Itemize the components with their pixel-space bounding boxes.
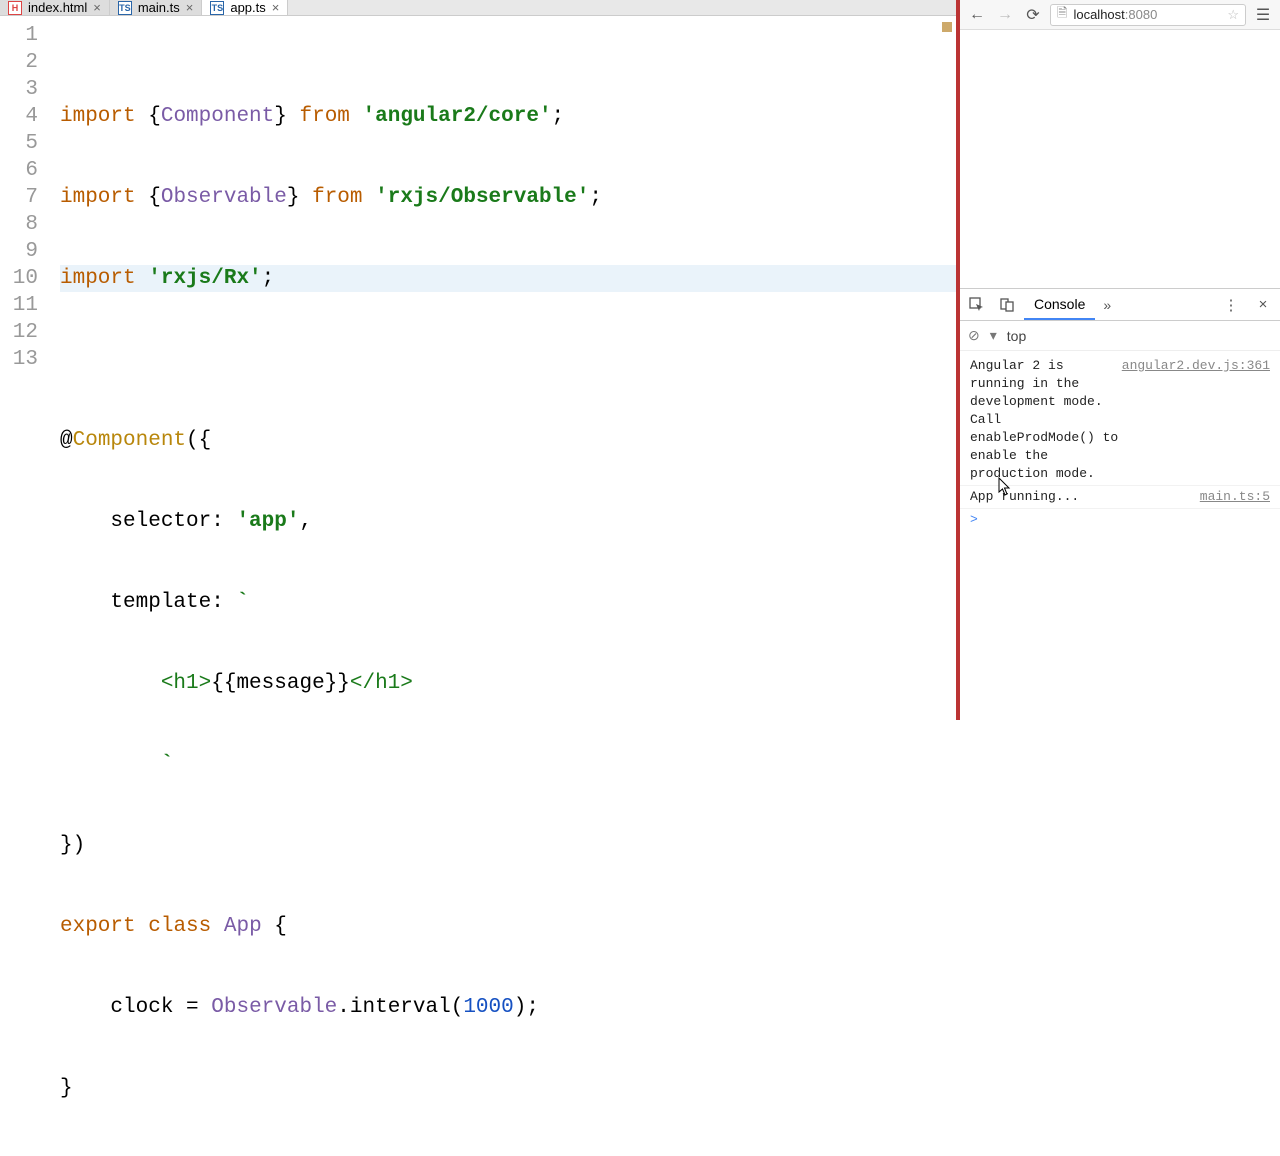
html-file-icon: H — [8, 1, 22, 15]
tab-label: Console — [1034, 296, 1085, 312]
code-line: } — [60, 1075, 956, 1102]
close-devtools-icon[interactable]: × — [1250, 292, 1276, 318]
more-tabs-icon[interactable]: » — [1099, 297, 1115, 313]
line-number: 4 — [0, 103, 38, 130]
tab-main-ts[interactable]: TS main.ts × — [110, 0, 203, 15]
bookmark-icon[interactable]: ☆ — [1227, 7, 1239, 23]
line-number: 10 — [0, 265, 38, 292]
execution-context[interactable]: top — [1007, 328, 1026, 344]
filter-icon[interactable]: ▾ — [990, 327, 997, 344]
code-line: import {Observable} from 'rxjs/Observabl… — [60, 184, 956, 211]
console-message: App running... main.ts:5 — [960, 486, 1280, 509]
line-number: 3 — [0, 76, 38, 103]
browser-pane: ← → ⟳ 🗎 localhost:8080 ☆ ☰ Console » — [960, 0, 1280, 720]
code-line: ` — [60, 751, 956, 778]
back-button[interactable]: ← — [966, 4, 988, 26]
forward-button[interactable]: → — [994, 4, 1016, 26]
message-source-link[interactable]: angular2.dev.js:361 — [1122, 357, 1270, 483]
line-number: 8 — [0, 211, 38, 238]
tab-bar: H index.html × TS main.ts × TS app.ts × — [0, 0, 956, 16]
close-icon[interactable]: × — [272, 0, 280, 15]
line-number: 12 — [0, 319, 38, 346]
code-area[interactable]: import {Component} from 'angular2/core';… — [50, 16, 956, 1156]
menu-button[interactable]: ☰ — [1252, 4, 1274, 26]
kebab-menu-icon[interactable]: ⋮ — [1218, 292, 1244, 318]
code-line: import 'rxjs/Rx'; — [60, 265, 956, 292]
line-number: 7 — [0, 184, 38, 211]
inspect-icon[interactable] — [964, 292, 990, 318]
tab-app-ts[interactable]: TS app.ts × — [202, 0, 288, 15]
devtools-tabs: Console » ⋮ × — [960, 289, 1280, 321]
tab-label: main.ts — [138, 0, 180, 15]
reload-button[interactable]: ⟳ — [1022, 4, 1044, 26]
browser-toolbar: ← → ⟳ 🗎 localhost:8080 ☆ ☰ — [960, 0, 1280, 30]
code-line: @Component({ — [60, 427, 956, 454]
line-number: 1 — [0, 22, 38, 49]
code-line: template: ` — [60, 589, 956, 616]
code-line — [60, 346, 956, 373]
prompt-chevron-icon: > — [970, 512, 978, 527]
code-line: selector: 'app', — [60, 508, 956, 535]
line-number: 9 — [0, 238, 38, 265]
editor-pane: H index.html × TS main.ts × TS app.ts × … — [0, 0, 960, 720]
device-mode-icon[interactable] — [994, 292, 1020, 318]
address-port: :8080 — [1125, 7, 1158, 22]
console-messages: Angular 2 is running in the development … — [960, 351, 1280, 720]
code-line: export class App { — [60, 913, 956, 940]
console-tab[interactable]: Console — [1024, 289, 1095, 320]
tab-index-html[interactable]: H index.html × — [0, 0, 110, 15]
browser-viewport: Console » ⋮ × ⊘ ▾ top Angular 2 is runni… — [960, 30, 1280, 720]
ts-file-icon: TS — [118, 1, 132, 15]
address-host: localhost — [1073, 7, 1124, 22]
message-source-link[interactable]: main.ts:5 — [1200, 488, 1270, 506]
message-text: Angular 2 is running in the development … — [970, 357, 1122, 483]
line-number: 13 — [0, 346, 38, 373]
page-icon: 🗎 — [1057, 4, 1067, 26]
devtools-panel: Console » ⋮ × ⊘ ▾ top Angular 2 is runni… — [960, 288, 1280, 720]
close-icon[interactable]: × — [93, 0, 101, 15]
address-bar[interactable]: 🗎 localhost:8080 ☆ — [1050, 4, 1246, 26]
line-number: 2 — [0, 49, 38, 76]
ts-file-icon: TS — [210, 1, 224, 15]
close-icon[interactable]: × — [186, 0, 194, 15]
tab-label: app.ts — [230, 0, 265, 15]
code-line: <h1>{{message}}</h1> — [60, 670, 956, 697]
tab-label: index.html — [28, 0, 87, 15]
code-line: }) — [60, 832, 956, 859]
code-line: clock = Observable.interval(1000); — [60, 994, 956, 1021]
console-prompt[interactable]: > — [960, 509, 1280, 531]
editor-body[interactable]: 1 2 3 4 5 6 7 8 9 10 11 12 13 import {Co… — [0, 16, 956, 1156]
line-number: 6 — [0, 157, 38, 184]
line-gutter: 1 2 3 4 5 6 7 8 9 10 11 12 13 — [0, 16, 50, 1156]
code-line: import {Component} from 'angular2/core'; — [60, 103, 956, 130]
minimap-marker — [942, 22, 952, 32]
console-message: Angular 2 is running in the development … — [960, 355, 1280, 486]
clear-console-icon[interactable]: ⊘ — [968, 327, 980, 344]
console-filter-bar: ⊘ ▾ top — [960, 321, 1280, 351]
message-text: App running... — [970, 488, 1200, 506]
line-number: 5 — [0, 130, 38, 157]
line-number: 11 — [0, 292, 38, 319]
